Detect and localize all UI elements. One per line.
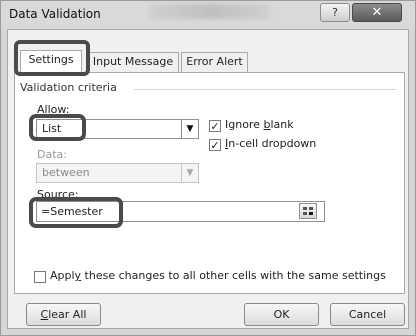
ignore-blank-checkbox[interactable]: ✓ [209,120,221,132]
close-button[interactable]: ✕ [352,3,402,22]
settings-tab-highlight [14,40,90,76]
range-select-icon[interactable] [299,203,317,219]
ignore-blank-label[interactable]: Ignore blank [225,118,294,131]
in-cell-dropdown-label[interactable]: In-cell dropdown [225,137,316,150]
dialog-title: Data Validation [9,7,101,21]
chevron-down-icon: ▼ [181,164,198,182]
apply-all-checkbox[interactable] [34,271,46,283]
validation-criteria-heading: Validation criteria [20,81,117,94]
tab-input-message[interactable]: Input Message [87,52,179,72]
allow-highlight [29,114,86,141]
tab-error-alert[interactable]: Error Alert [181,52,248,72]
apply-all-label[interactable]: Apply these changes to all other cells w… [50,269,386,282]
clear-all-button[interactable]: Clear All [26,303,101,326]
data-label: Data: [37,148,67,161]
in-cell-dropdown-checkbox[interactable]: ✓ [209,139,221,151]
cancel-button[interactable]: Cancel [330,303,405,326]
settings-panel [14,72,405,294]
data-value: between [42,166,90,179]
ok-button[interactable]: OK [244,303,319,326]
chevron-down-icon[interactable]: ▼ [181,120,198,138]
title-background-blur [150,4,270,19]
help-button[interactable]: ? [320,3,350,22]
group-divider [134,89,396,90]
source-highlight [29,197,123,228]
